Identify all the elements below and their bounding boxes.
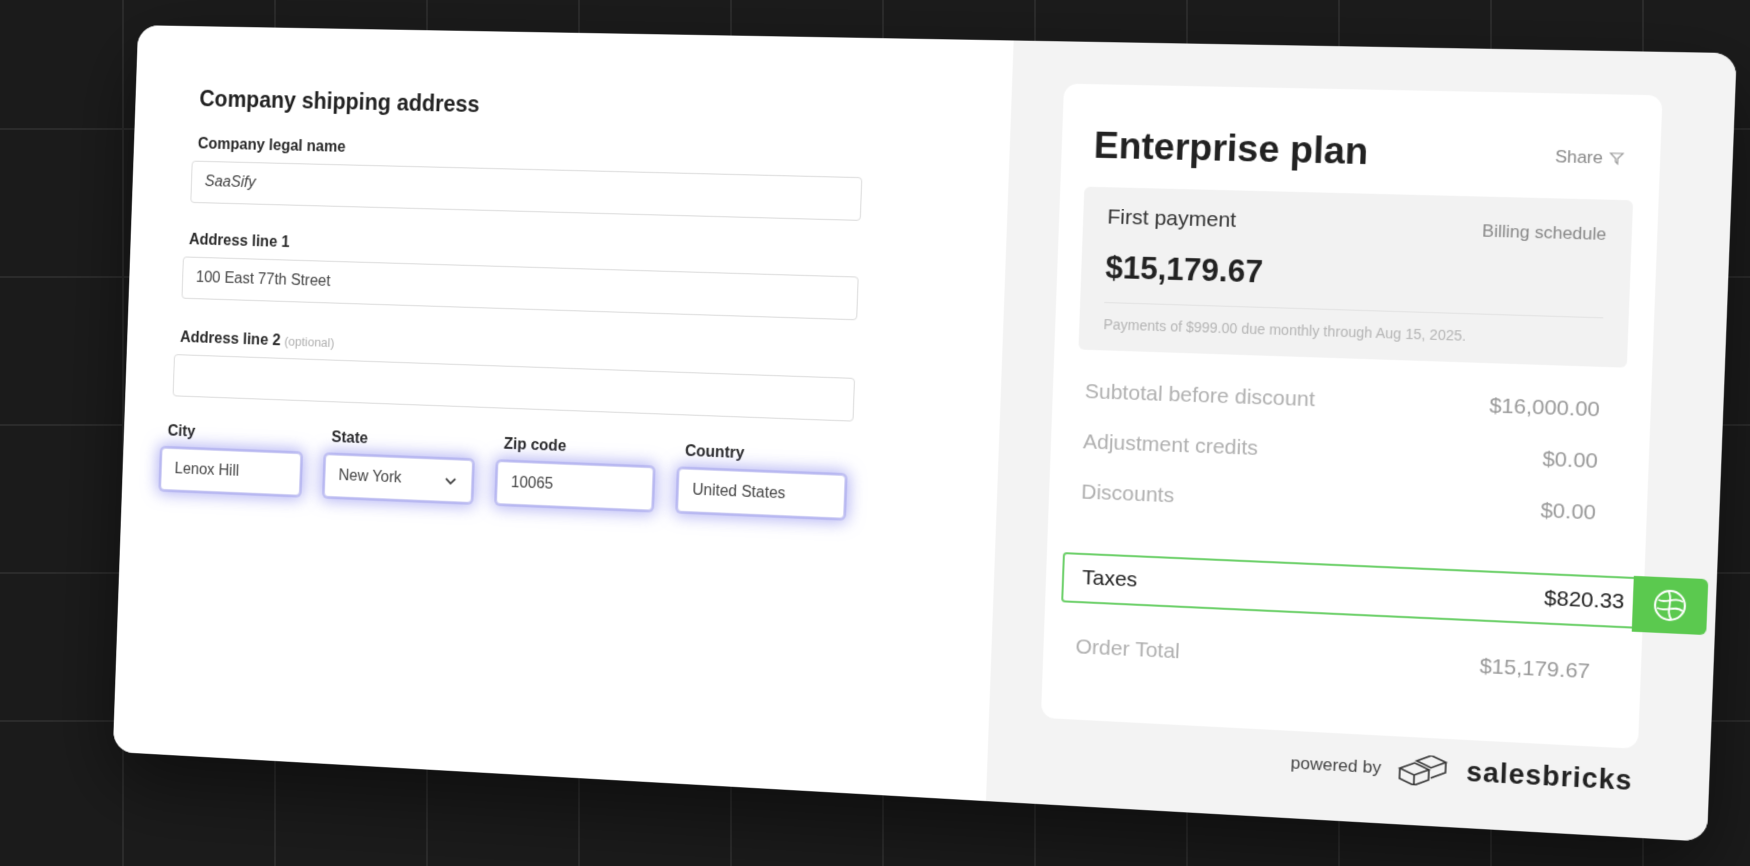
address1-input[interactable]: 100 East 77th Street: [181, 256, 859, 321]
city-label: City: [167, 422, 196, 441]
globe-icon: [1651, 587, 1689, 624]
state-value: New York: [338, 467, 402, 487]
address2-label-text: Address line 2: [179, 329, 281, 350]
row-value: $0.00: [1542, 447, 1599, 474]
row-label: Adjustment credits: [1082, 430, 1259, 461]
zip-label: Zip code: [503, 435, 567, 456]
company-name-value: SaaSify: [204, 173, 256, 192]
tax-globe-button[interactable]: [1631, 575, 1709, 636]
address2-input[interactable]: [172, 354, 856, 422]
summary-row-subtotal: Subtotal before discount $16,000.00: [1084, 372, 1601, 431]
city-value: Lenox Hill: [174, 460, 240, 480]
summary-row-discounts: Discounts $0.00: [1080, 472, 1597, 534]
address1-label: Address line 1: [188, 231, 290, 251]
row-label: Subtotal before discount: [1084, 379, 1316, 412]
city-input[interactable]: Lenox Hill: [160, 447, 302, 496]
powered-by-footer: powered by salesbricks: [1290, 747, 1633, 797]
salesbricks-logo-icon: [1397, 753, 1450, 786]
payment-schedule-note: Payments of $999.00 due monthly through …: [1103, 316, 1467, 344]
address2-optional-hint: (optional): [283, 333, 335, 351]
row-value: $0.00: [1540, 498, 1597, 525]
country-value: United States: [692, 481, 786, 503]
taxes-label: Taxes: [1081, 566, 1138, 592]
address1-value: 100 East 77th Street: [195, 269, 331, 290]
plan-title: Enterprise plan: [1093, 124, 1370, 173]
state-select[interactable]: New York: [323, 454, 474, 503]
company-name-input[interactable]: SaaSify: [190, 160, 863, 221]
state-label: State: [331, 429, 369, 448]
first-payment-amount: $15,179.67: [1104, 249, 1264, 290]
share-icon: [1609, 151, 1624, 166]
row-label: Order Total: [1075, 635, 1181, 664]
plan-summary-card: Enterprise plan Share First payment Bill…: [1040, 83, 1709, 749]
row-label: Discounts: [1080, 480, 1175, 508]
country-label: Country: [684, 442, 745, 463]
share-label: Share: [1554, 146, 1604, 168]
summary-row-taxes[interactable]: Taxes $820.33: [1061, 552, 1647, 630]
form-title: Company shipping address: [199, 85, 481, 117]
company-name-label: Company legal name: [197, 135, 346, 156]
first-payment-box: First payment Billing schedule $15,179.6…: [1078, 186, 1634, 368]
powered-by-label: powered by: [1290, 752, 1382, 777]
summary-row-order-total: Order Total $15,179.67: [1075, 627, 1591, 693]
share-button[interactable]: Share: [1555, 147, 1625, 169]
country-input[interactable]: United States: [677, 468, 846, 519]
shipping-address-panel: Company shipping address Company legal n…: [112, 25, 1014, 802]
zip-value: 10065: [510, 474, 554, 493]
zip-input[interactable]: 10065: [496, 461, 654, 511]
taxes-value: $820.33: [1543, 586, 1625, 614]
brand-name: salesbricks: [1465, 756, 1634, 797]
address2-label: Address line 2 (optional): [180, 329, 335, 352]
order-summary-panel: Enterprise plan Share First payment Bill…: [985, 40, 1737, 842]
divider: [1104, 302, 1604, 319]
row-value: $15,179.67: [1479, 654, 1591, 684]
billing-schedule-link[interactable]: Billing schedule: [1482, 221, 1607, 245]
summary-row-adjustment-credits: Adjustment credits $0.00: [1082, 422, 1599, 482]
first-payment-label: First payment: [1106, 205, 1237, 233]
checkout-card: Company shipping address Company legal n…: [112, 25, 1737, 842]
chevron-down-icon: [443, 473, 459, 489]
row-value: $16,000.00: [1488, 393, 1601, 422]
